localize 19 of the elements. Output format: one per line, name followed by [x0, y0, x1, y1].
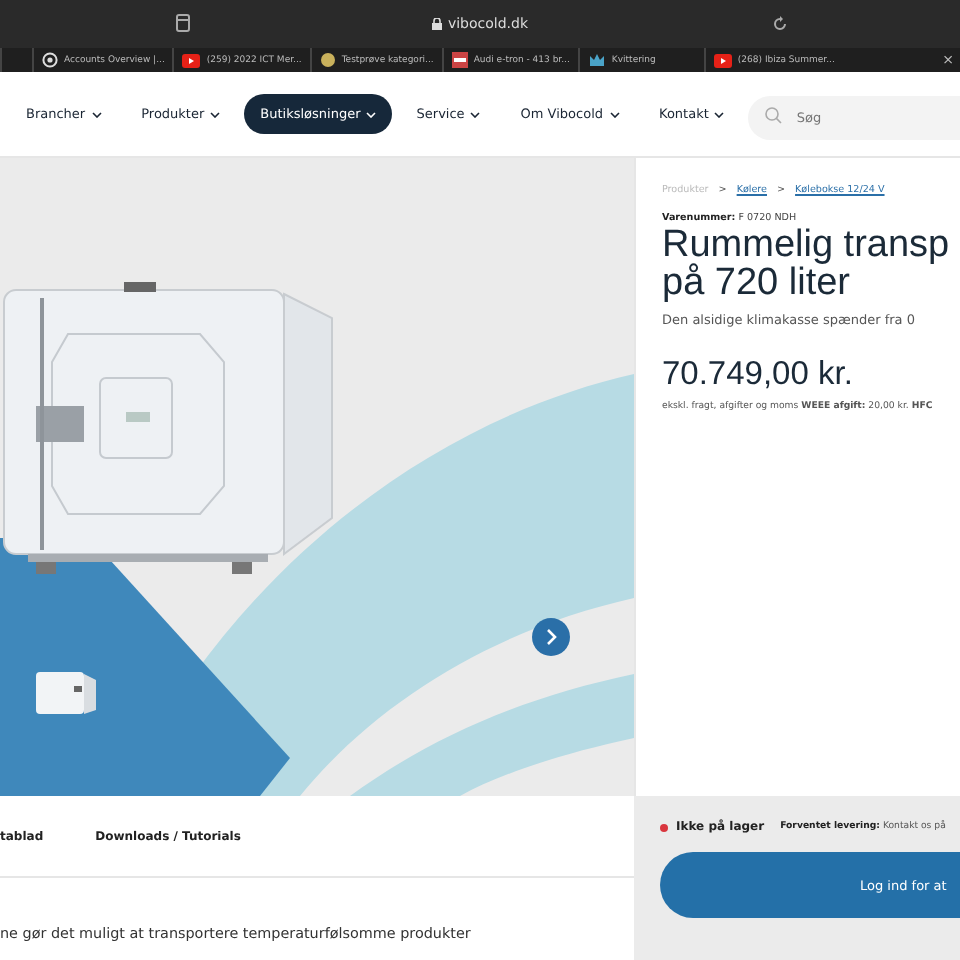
price-text: 70.749,00 kr. — [662, 356, 855, 394]
chevron-right-icon — [544, 628, 558, 646]
circle-logo-icon — [42, 52, 58, 68]
chevron-down-icon — [609, 111, 620, 117]
next-button[interactable] — [532, 618, 570, 656]
chevron-down-icon — [714, 111, 725, 117]
play-icon — [182, 53, 201, 67]
crown-icon — [587, 52, 606, 68]
sidebar-icon[interactable] — [176, 14, 190, 32]
chevron-down-icon — [210, 111, 221, 117]
chevron-down-icon — [470, 111, 481, 117]
square-logo-icon — [451, 52, 468, 68]
thumbnail-icon[interactable] — [34, 668, 98, 718]
reload-icon[interactable] — [772, 16, 788, 32]
play-icon — [713, 53, 732, 67]
chevron-down-icon — [91, 111, 102, 117]
product-title: Rummelig transp på 720 liter — [662, 226, 952, 302]
chevron-down-icon — [366, 111, 377, 117]
lock-icon — [431, 18, 442, 30]
